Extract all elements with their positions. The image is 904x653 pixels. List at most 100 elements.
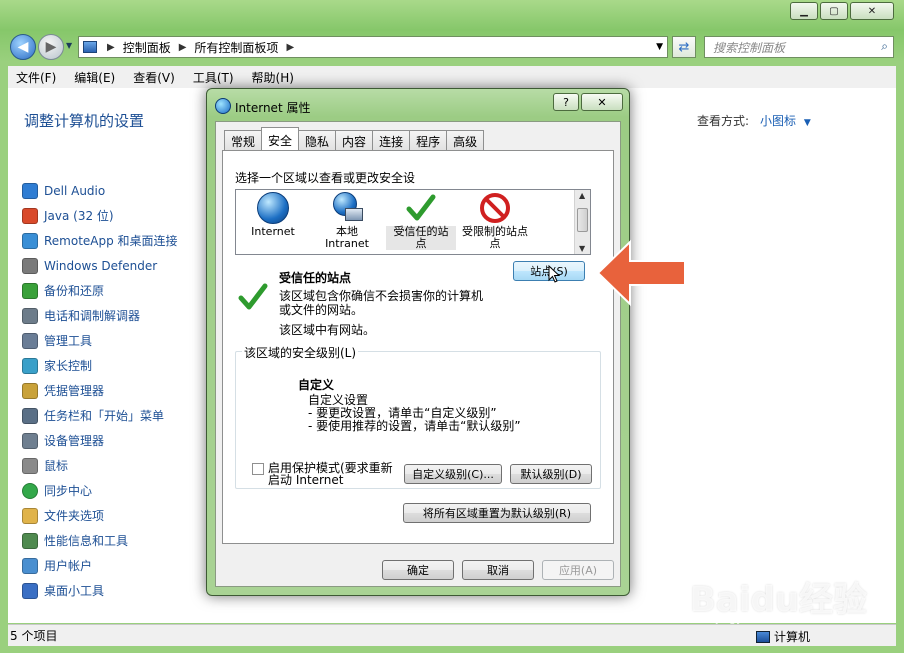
refresh-icon: ⇄ <box>678 39 690 55</box>
dell-audio-icon <box>22 182 38 199</box>
zone-list-scrollbar[interactable]: ▲ ▼ <box>574 190 590 254</box>
performance-icon <box>22 532 38 549</box>
window-caption-buttons: ▁ ▢ ✕ <box>788 2 894 20</box>
search-input[interactable]: 搜索控制面板 ⌕ <box>704 36 894 58</box>
recent-pages-dropdown-icon[interactable]: ▼ <box>66 41 72 50</box>
menu-view[interactable]: 查看(V) <box>133 69 175 86</box>
item-label: 电话和调制解调器 <box>44 309 141 323</box>
zone-internet[interactable]: Internet <box>238 192 308 238</box>
page-title: 调整计算机的设置 <box>24 112 145 130</box>
no-entry-icon <box>479 192 511 224</box>
dialog-body: 常规 安全 隐私 内容 连接 程序 高级 选择一个区域以查看或更改安全设 Int… <box>215 121 621 587</box>
refresh-button[interactable]: ⇄ <box>672 36 696 58</box>
zone-trusted-sites[interactable]: 受信任的站 点 <box>386 192 456 250</box>
address-dropdown-icon[interactable]: ▼ <box>656 42 663 52</box>
list-item[interactable]: 管理工具 <box>22 328 178 353</box>
search-placeholder: 搜索控制面板 <box>713 40 786 55</box>
tab-security[interactable]: 安全 <box>261 127 300 150</box>
list-item[interactable]: 电话和调制解调器 <box>22 303 178 328</box>
admin-tools-icon <box>22 332 38 349</box>
list-item[interactable]: 凭据管理器 <box>22 378 178 403</box>
item-label: 家长控制 <box>44 359 93 373</box>
zone-prompt: 选择一个区域以查看或更改安全设 <box>235 171 416 185</box>
default-level-button[interactable]: 默认级别(D) <box>510 464 592 484</box>
list-item[interactable]: 设备管理器 <box>22 428 178 453</box>
windows-defender-icon <box>22 257 38 274</box>
tab-content[interactable]: 内容 <box>335 130 374 150</box>
back-button[interactable]: ◀ <box>10 34 36 60</box>
status-bar: 5 个项目 计算机 <box>8 624 896 646</box>
list-item[interactable]: 用户帐户 <box>22 553 178 578</box>
chevron-down-icon: ▼ <box>803 118 811 128</box>
list-item[interactable]: Windows Defender <box>22 253 178 278</box>
menu-help[interactable]: 帮助(H) <box>252 69 294 86</box>
list-item[interactable]: 鼠标 <box>22 453 178 478</box>
list-item[interactable]: Dell Audio <box>22 178 178 203</box>
help-button[interactable]: ? <box>553 93 579 111</box>
security-level-legend: 该区域的安全级别(L) <box>242 344 359 361</box>
menu-file[interactable]: 文件(F) <box>16 69 56 86</box>
breadcrumb-chevron-icon[interactable]: ▶ <box>107 42 115 53</box>
list-item[interactable]: 家长控制 <box>22 353 178 378</box>
user-accounts-icon <box>22 557 38 574</box>
folder-options-icon <box>22 507 38 524</box>
zone-local-intranet[interactable]: 本地 Intranet <box>312 192 382 250</box>
close-button[interactable]: ✕ <box>850 2 894 20</box>
list-item[interactable]: Java (32 位) <box>22 203 178 228</box>
list-item[interactable]: 备份和还原 <box>22 278 178 303</box>
breadcrumb-chevron-icon[interactable]: ▶ <box>286 42 294 53</box>
tab-general[interactable]: 常规 <box>224 130 263 150</box>
tab-privacy[interactable]: 隐私 <box>298 130 337 150</box>
breadcrumb-chevron-icon[interactable]: ▶ <box>179 42 187 53</box>
view-by-dropdown[interactable]: 小图标 ▼ <box>760 112 811 129</box>
view-by-label: 查看方式: <box>697 114 750 128</box>
internet-properties-dialog: Internet 属性 ? ✕ 常规 安全 隐私 内容 连接 程序 高级 选择一… <box>206 88 630 596</box>
item-label: 桌面小工具 <box>44 584 105 598</box>
minimize-button[interactable]: ▁ <box>790 2 818 20</box>
cancel-button[interactable]: 取消 <box>462 560 534 580</box>
tab-connections[interactable]: 连接 <box>372 130 411 150</box>
list-item[interactable]: 文件夹选项 <box>22 503 178 528</box>
breadcrumb-item-control-panel[interactable]: 控制面板 <box>123 39 171 56</box>
list-item[interactable]: 桌面小工具 <box>22 578 178 603</box>
tab-advanced[interactable]: 高级 <box>446 130 485 150</box>
internet-explorer-icon <box>215 98 231 114</box>
tab-programs[interactable]: 程序 <box>409 130 448 150</box>
scroll-up-icon[interactable]: ▲ <box>579 191 585 200</box>
menu-edit[interactable]: 编辑(E) <box>74 69 115 86</box>
status-item-count: 5 个项目 <box>10 629 58 643</box>
maximize-button[interactable]: ▢ <box>820 2 848 20</box>
zone-restricted-sites[interactable]: 受限制的站点 点 <box>460 192 530 250</box>
breadcrumb-item-all-items[interactable]: 所有控制面板项 <box>194 39 278 56</box>
globe-icon <box>257 192 289 224</box>
forward-button[interactable]: ▶ <box>38 34 64 60</box>
custom-level-button[interactable]: 自定义级别(C)... <box>404 464 502 484</box>
scroll-thumb[interactable] <box>577 208 588 232</box>
phone-modem-icon <box>22 307 38 324</box>
ok-button[interactable]: 确定 <box>382 560 454 580</box>
item-label: Dell Audio <box>44 183 106 198</box>
list-item[interactable]: 任务栏和「开始」菜单 <box>22 403 178 428</box>
dialog-close-button[interactable]: ✕ <box>581 93 623 111</box>
red-arrow-icon <box>596 239 686 307</box>
list-item[interactable]: 同步中心 <box>22 478 178 503</box>
address-bar[interactable]: ▶ 控制面板 ▶ 所有控制面板项 ▶ ▼ <box>78 36 668 58</box>
list-item[interactable]: RemoteApp 和桌面连接 <box>22 228 178 253</box>
selected-zone-description: 该区域包含你确信不会损害你的计算机或文件的网站。 <box>279 289 484 317</box>
apply-button[interactable]: 应用(A) <box>542 560 614 580</box>
selected-zone-name: 受信任的站点 <box>279 271 352 285</box>
sync-center-icon <box>22 482 38 499</box>
checkbox-box[interactable] <box>252 463 264 475</box>
menu-tools[interactable]: 工具(T) <box>193 69 234 86</box>
protected-mode-checkbox[interactable]: 启用保护模式(要求重新启动 Internet <box>252 462 402 486</box>
parental-controls-icon <box>22 357 38 374</box>
backup-icon <box>22 282 38 299</box>
list-item[interactable]: 性能信息和工具 <box>22 528 178 553</box>
reset-all-zones-button[interactable]: 将所有区域重置为默认级别(R) <box>403 503 591 523</box>
item-label: Windows Defender <box>44 258 158 273</box>
search-icon[interactable]: ⌕ <box>881 39 888 54</box>
item-label: 备份和还原 <box>44 284 105 298</box>
dialog-caption-buttons: ? ✕ <box>553 93 623 111</box>
control-panel-icon <box>83 41 97 53</box>
scroll-down-icon[interactable]: ▼ <box>579 244 585 253</box>
